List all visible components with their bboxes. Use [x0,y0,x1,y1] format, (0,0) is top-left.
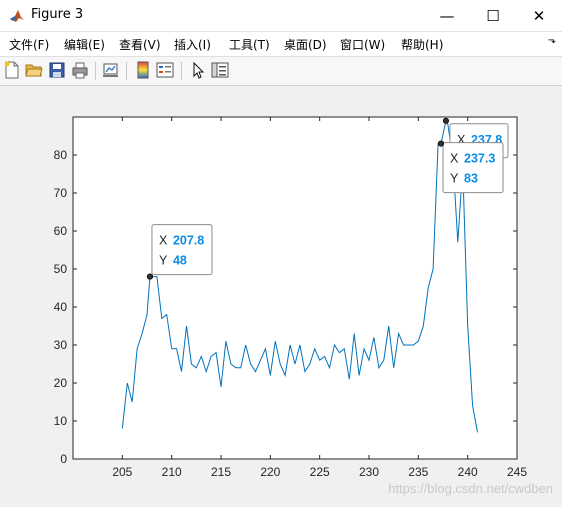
menu-overflow-icon[interactable]: ⬎ [548,35,556,46]
toolbar-separator [181,62,182,80]
y-tick-label: 70 [54,186,68,200]
title-bar: Figure 3 — ☐ ✕ [0,0,562,32]
menu-bar: 文件(F) 编辑(E) 查看(V) 插入(I) 工具(T) 桌面(D) 窗口(W… [0,32,562,57]
datatip-y-value: 83 [464,172,478,186]
x-tick-label: 220 [260,465,280,479]
datatip-x-label: X [450,152,459,166]
menu-file[interactable]: 文件(F) [9,36,49,53]
line-chart[interactable]: 205 210 215 220 225 230 235 240 245 0 10 20 30 40 50 6… [1,86,561,506]
x-tick-label: 225 [310,465,330,479]
toolbar [0,57,562,86]
watermark-text: https://blog.csdn.net/cwdben [388,481,553,496]
save-icon[interactable] [48,61,66,79]
matlab-logo-icon [9,8,25,24]
y-tick-label: 60 [54,224,68,238]
menu-tools[interactable]: 工具(T) [229,36,270,53]
datatip-marker[interactable] [146,273,154,280]
print-icon[interactable] [71,61,89,79]
datatip-y-value: 48 [173,254,187,268]
x-tick-label: 215 [211,465,231,479]
toolbar-separator [95,62,96,80]
datatip-y-label: Y [159,254,168,268]
datatip-marker[interactable] [442,117,450,124]
minimize-icon: — [439,6,455,25]
edit-plot-icon[interactable] [189,61,207,79]
x-tick-label: 235 [408,465,428,479]
menu-window[interactable]: 窗口(W) [340,36,385,53]
datatip-x-value: 207.8 [173,234,204,248]
y-tick-label: 50 [54,262,68,276]
datatip-marker[interactable] [437,140,445,147]
property-inspector-icon[interactable] [211,61,229,79]
open-file-icon[interactable] [25,61,43,79]
colorbar-icon[interactable] [134,61,152,79]
y-tick-label: 10 [54,414,68,428]
minimize-button[interactable]: — [424,0,470,31]
legend-icon[interactable] [156,61,174,79]
x-tick-label: 210 [162,465,182,479]
maximize-icon: ☐ [486,6,500,25]
datatip-x-label: X [159,234,168,248]
y-tick-label: 0 [60,452,67,466]
menu-view[interactable]: 查看(V) [119,36,161,53]
x-tick-label: 230 [359,465,379,479]
toolbar-separator [126,62,127,80]
y-tick-label: 40 [54,300,68,314]
datatip[interactable]: X 237.3 Y 83 [437,140,504,194]
figure-canvas[interactable]: 205 210 215 220 225 230 235 240 245 0 10 20 30 40 50 6… [1,86,561,506]
menu-edit[interactable]: 编辑(E) [64,36,105,53]
menu-desktop[interactable]: 桌面(D) [284,36,327,53]
x-tick-label: 240 [458,465,478,479]
link-plot-icon[interactable] [102,61,120,79]
datatip-x-value: 237.3 [464,152,495,166]
menu-insert[interactable]: 插入(I) [174,36,211,53]
window-title: Figure 3 [31,7,84,22]
datatip[interactable]: X 207.8 Y 48 [146,224,213,280]
y-tick-label: 30 [54,338,68,352]
menu-help[interactable]: 帮助(H) [401,36,443,53]
new-figure-icon[interactable] [3,61,21,79]
y-tick-label: 80 [54,148,68,162]
x-tick-label: 245 [507,465,527,479]
x-tick-label: 205 [112,465,132,479]
datatip-y-label: Y [450,172,459,186]
y-tick-label: 20 [54,376,68,390]
close-button[interactable]: ✕ [516,0,562,31]
maximize-button[interactable]: ☐ [470,0,516,31]
close-icon: ✕ [532,6,546,25]
